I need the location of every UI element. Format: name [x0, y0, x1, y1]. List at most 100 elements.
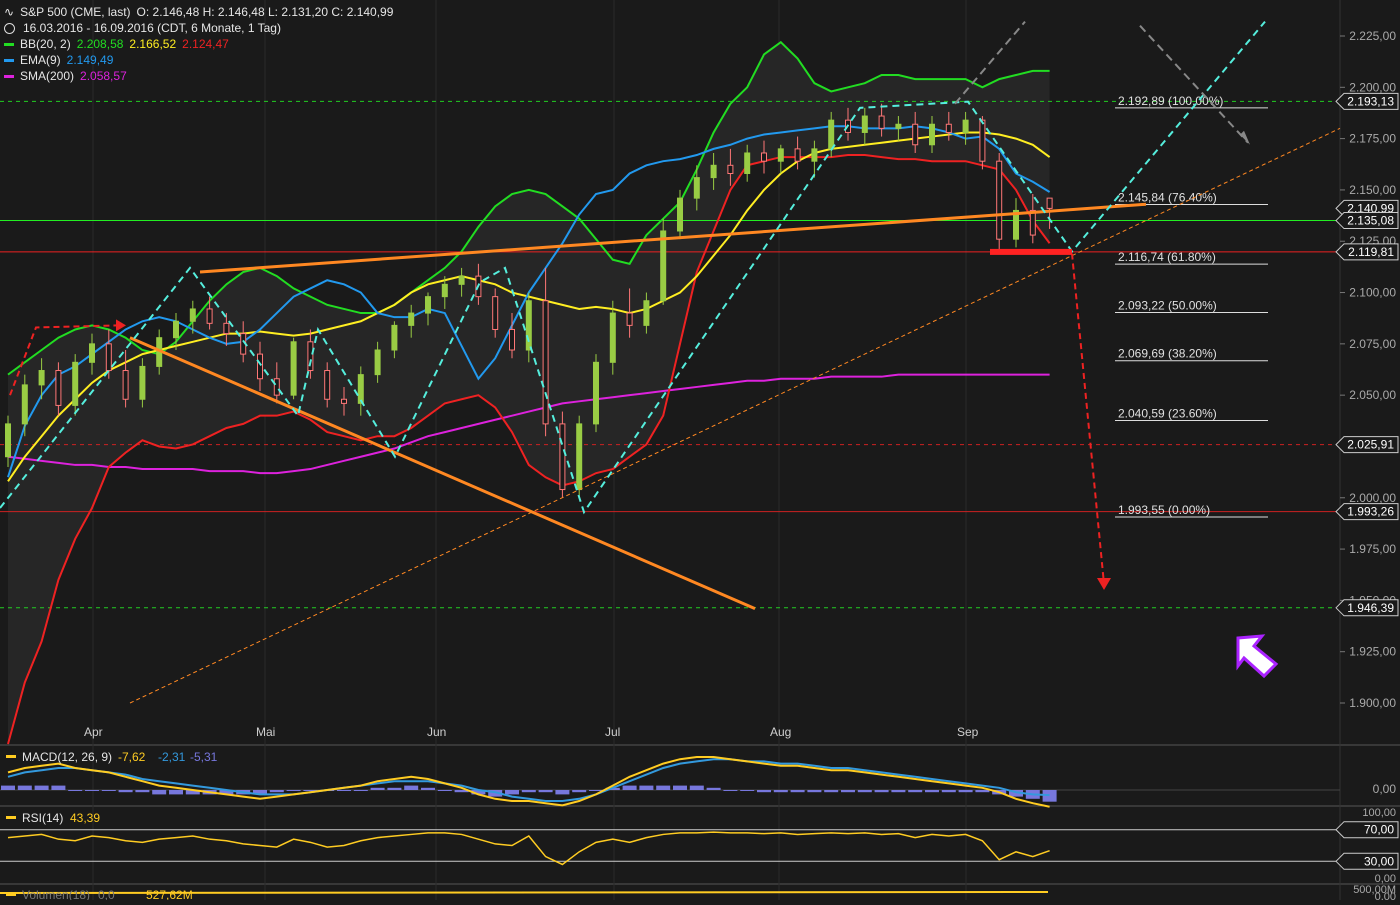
macd-hist-value: -5,31 [190, 750, 218, 764]
macd-y-tick: 0,00 [1373, 782, 1397, 796]
macd-histogram-bar [622, 785, 637, 790]
candle-body [1046, 197, 1053, 209]
macd-legend-value: -7,62 [118, 750, 146, 764]
candle-body [609, 312, 616, 363]
macd-histogram-bar [437, 790, 452, 791]
price-tag: 2.135,08 [1335, 212, 1399, 230]
candle-body [593, 361, 599, 425]
candle-body [189, 308, 196, 322]
y-tick-label: 2.075,00 [1349, 337, 1396, 351]
macd-histogram-bar [169, 790, 183, 795]
rsi-legend-name: RSI(14) [22, 811, 63, 825]
fibonacci-label: 2.069,69 (38.20%) [1118, 347, 1217, 361]
macd-signal-value: -2,31 [158, 750, 186, 764]
chart-type-icon: ∿ [4, 5, 15, 19]
macd-histogram-bar [521, 790, 536, 793]
y-tick-label: 2.225,00 [1349, 29, 1396, 43]
macd-histogram-bar [421, 787, 435, 790]
macd-histogram-bar [1, 785, 15, 790]
fibonacci-label: 2.192,89 (100.00%) [1118, 94, 1223, 108]
fibonacci-label: 1.993,55 (0.00%) [1118, 503, 1210, 517]
support-zone-marker [990, 248, 1072, 255]
candle-body [828, 119, 835, 150]
legend-sma-row[interactable]: SMA(200) 2.058,57 [4, 68, 393, 84]
candle-body [509, 328, 515, 351]
fibonacci-label: 2.116,74 (61.80%) [1118, 250, 1216, 264]
macd-histogram-bar [740, 790, 755, 791]
legend-bb-row[interactable]: BB(20, 2) 2.208,58 2.166,52 2.124,47 [4, 36, 393, 52]
macd-histogram-bar [101, 790, 116, 791]
ema-value: 2.149,49 [66, 53, 114, 67]
candle-body [357, 374, 364, 404]
macd-histogram-bar [118, 790, 133, 793]
candle-body [744, 152, 751, 175]
macd-histogram-bar [841, 790, 855, 793]
candle-body [458, 275, 465, 285]
x-tick-label: Jun [427, 725, 446, 739]
y-tick-label: 2.175,00 [1349, 132, 1396, 146]
candle-body [21, 384, 28, 425]
candle-body [962, 119, 969, 133]
y-tick-label: 1.900,00 [1349, 696, 1396, 710]
candle-body [206, 308, 213, 324]
candle-body [441, 283, 448, 298]
macd-legend-name: MACD(12, 26, 9) [22, 750, 112, 764]
ema-name: EMA(9) [20, 53, 61, 67]
bb-name: BB(20, 2) [20, 37, 71, 51]
sma-swatch [4, 74, 14, 78]
macd-histogram-bar [85, 790, 99, 791]
candle-body [861, 115, 868, 133]
fibonacci-label: 2.093,22 (50.00%) [1118, 298, 1217, 312]
macd-histogram-bar [269, 790, 284, 793]
candle-body [979, 119, 986, 162]
candle-body [105, 343, 112, 372]
macd-histogram-bar [639, 785, 654, 790]
date-range: 16.03.2016 - 16.09.2016 (CDT, 6 Monate, … [23, 21, 281, 35]
macd-histogram-bar [370, 787, 385, 790]
candle-body [5, 423, 11, 458]
price-tag-label: 2.119,81 [1348, 245, 1394, 259]
legend-ema-row[interactable]: EMA(9) 2.149,49 [4, 52, 393, 68]
macd-histogram-bar [387, 787, 402, 790]
candle-body [710, 164, 717, 179]
y-tick-label: 2.050,00 [1349, 388, 1396, 402]
macd-histogram-bar [790, 790, 805, 793]
rsi-level-label: 70,00 [1364, 823, 1394, 837]
price-tag-label: 1.993,26 [1347, 505, 1394, 519]
volume-y-tick: 0,00 [1375, 891, 1396, 900]
candle-body [273, 378, 280, 396]
y-tick-label: 1.925,00 [1349, 645, 1396, 659]
candle-body [38, 370, 45, 386]
x-tick-label: Sep [957, 725, 979, 739]
macd-histogram-bar [353, 790, 368, 791]
legend-range-row: 16.03.2016 - 16.09.2016 (CDT, 6 Monate, … [4, 20, 393, 36]
price-chart-svg[interactable]: Apr Mai Jun Jul Aug Sep 2.225,00 2.200,00 2.175,… [0, 0, 1400, 903]
candle-body [324, 370, 331, 400]
sma-value: 2.058,57 [80, 69, 127, 83]
candle-body [290, 341, 297, 396]
macd-histogram-bar [505, 790, 519, 795]
macd-histogram-bar [706, 787, 721, 790]
macd-swatch [6, 755, 16, 758]
candle-body [811, 148, 818, 162]
x-tick-label: Aug [770, 725, 791, 739]
bb-lower-value: 2.124,47 [182, 37, 229, 51]
macd-histogram-bar [824, 790, 839, 793]
x-tick-label: Jul [605, 725, 620, 739]
candle-body [660, 230, 667, 302]
x-tick-label: Apr [84, 725, 103, 739]
candle-body [374, 349, 381, 376]
chart-area[interactable]: Apr Mai Jun Jul Aug Sep 2.225,00 2.200,00 2.175,… [0, 0, 1400, 903]
price-tag-label: 2.135,08 [1347, 214, 1394, 228]
fibonacci-label: 2.040,59 (23.60%) [1118, 406, 1217, 420]
candle-body [576, 423, 583, 491]
candle-body [89, 343, 95, 363]
symbol-name: S&P 500 (CME, last) [20, 5, 131, 19]
macd-histogram-bar [941, 790, 956, 793]
rsi-legend-value: 43,39 [70, 811, 100, 825]
candle-body [559, 423, 566, 491]
chart-legend: ∿ S&P 500 (CME, last) O: 2.146,48 H: 2.1… [4, 4, 393, 84]
candle-body [794, 148, 801, 162]
macd-histogram-bar [68, 790, 83, 791]
candle-body [492, 296, 499, 330]
